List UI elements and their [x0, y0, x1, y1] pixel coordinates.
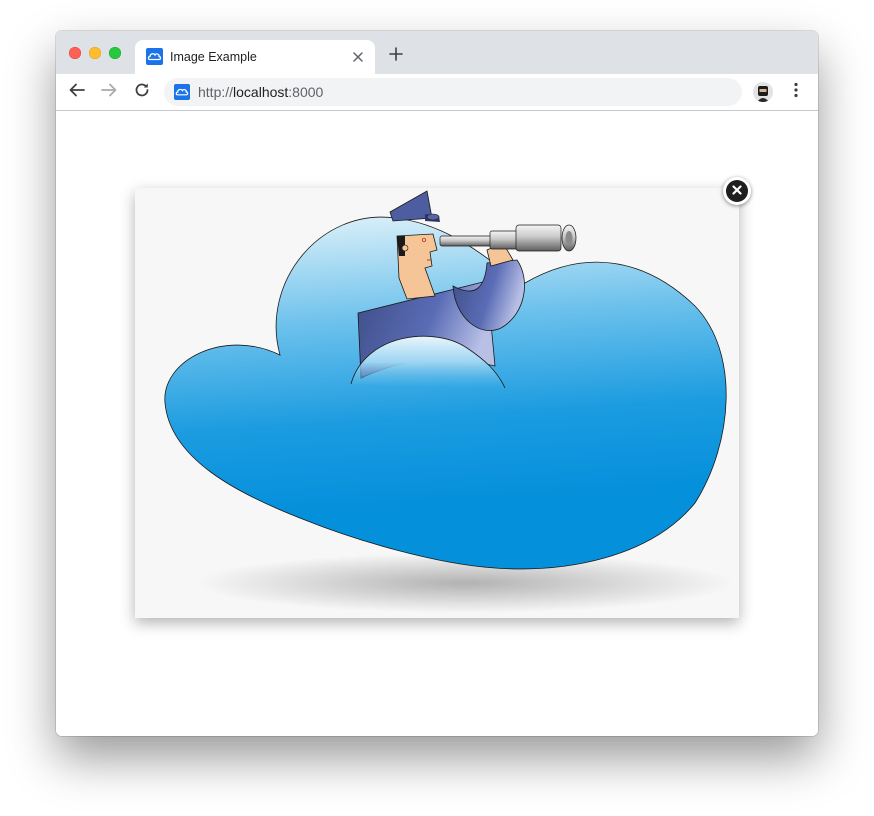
tab-strip: Image Example: [56, 31, 818, 74]
close-icon: [732, 182, 742, 200]
browser-toolbar: http://localhost:8000: [56, 74, 818, 111]
tab-title: Image Example: [170, 50, 257, 64]
lightbox-image: [135, 188, 739, 618]
back-button[interactable]: [65, 80, 89, 104]
cloud-icon: [146, 48, 163, 70]
forward-button[interactable]: [97, 80, 121, 104]
url-scheme: http://: [198, 84, 234, 100]
new-tab-button[interactable]: [385, 45, 407, 67]
browser-window: Image Example http://localhost:8000: [56, 31, 818, 736]
plus-icon: [389, 46, 403, 66]
reload-icon: [133, 81, 151, 104]
lightbox-close-button[interactable]: [723, 177, 751, 205]
profile-avatar[interactable]: [753, 82, 773, 102]
page-content: [56, 111, 818, 736]
more-vert-icon: [794, 82, 798, 103]
address-bar[interactable]: http://localhost:8000: [164, 78, 742, 106]
arrow-right-icon: [100, 81, 118, 104]
tab-close-icon[interactable]: [349, 48, 367, 66]
minimize-window-button[interactable]: [89, 47, 101, 59]
url-text: http://localhost:8000: [198, 84, 323, 100]
url-port: :8000: [288, 84, 324, 100]
close-window-button[interactable]: [69, 47, 81, 59]
browser-menu-button[interactable]: [786, 81, 806, 103]
zoom-window-button[interactable]: [109, 47, 121, 59]
tab-image-example[interactable]: Image Example: [135, 40, 375, 74]
cloud-icon: [174, 84, 190, 105]
arrow-left-icon: [68, 81, 86, 104]
url-host: localhost: [233, 84, 289, 100]
reload-button[interactable]: [130, 80, 154, 104]
